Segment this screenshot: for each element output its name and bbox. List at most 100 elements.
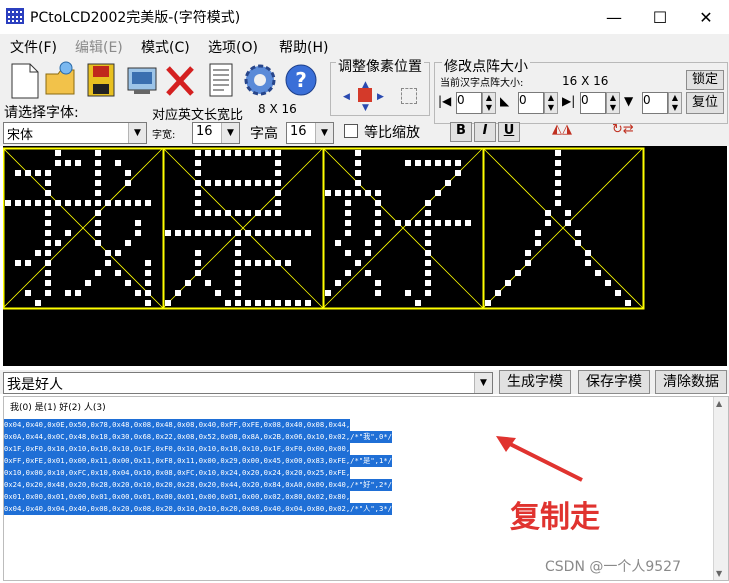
height-select[interactable]: 16 ▼ <box>286 122 334 144</box>
glyph-pixel <box>255 300 261 306</box>
restore-button[interactable]: 复位 <box>686 92 724 114</box>
glyph-pixel <box>205 210 211 216</box>
ratio-value: 8 X 16 <box>258 102 297 116</box>
glyph-box[interactable] <box>322 147 485 310</box>
glyph-pixel <box>95 170 101 176</box>
glyph-pixel <box>65 200 71 206</box>
matrix-size-label: 修改点阵大小 <box>442 56 530 76</box>
chevron-down-icon[interactable]: ▼ <box>221 123 239 143</box>
flip-horizontal-icon[interactable]: ◭◮ <box>552 122 600 142</box>
settings-gear-icon[interactable] <box>242 60 278 100</box>
proportional-checkbox[interactable] <box>344 124 358 138</box>
chevron-down-icon[interactable]: ▼ <box>128 123 146 143</box>
glyph-pixel <box>625 300 631 306</box>
hex-line: 0x04,0x40,0x0E,0x50,0x78,0x48,0x08,0x48,… <box>4 419 351 431</box>
glyph-pixel <box>95 150 101 156</box>
glyph-matrix[interactable] <box>2 146 727 366</box>
glyph-pixel <box>195 160 201 166</box>
width-select[interactable]: 16 ▼ <box>192 122 240 144</box>
close-button[interactable]: ✕ <box>683 0 729 34</box>
toolbar: ? 调整像素位置 ▲ ◀ ▶ ▼ 修改点阵大小 当前汉字点阵大小: 16 X 1… <box>0 56 729 146</box>
glyph-pixel <box>395 220 401 226</box>
italic-button[interactable]: I <box>474 122 496 142</box>
save-icon[interactable] <box>84 60 120 100</box>
glyph-pixel <box>255 260 261 266</box>
minimize-button[interactable]: — <box>591 0 637 34</box>
glyph-box[interactable] <box>2 147 165 310</box>
chevron-down-icon[interactable]: ▼ <box>474 373 492 393</box>
glyph-pixel <box>145 200 151 206</box>
glyph-pixel <box>95 190 101 196</box>
glyph-pixel <box>405 290 411 296</box>
glyph-pixel <box>255 230 261 236</box>
vertical-scrollbar[interactable]: ▲ ▼ <box>713 397 728 580</box>
glyph-pixel <box>485 300 491 306</box>
glyph-pixel <box>335 240 341 246</box>
glyph-pixel <box>535 230 541 236</box>
glyph-pixel <box>375 230 381 236</box>
lock-button[interactable]: 锁定 <box>686 70 724 90</box>
menu-file[interactable]: 文件(F) <box>10 37 57 57</box>
glyph-canvas[interactable] <box>2 146 727 366</box>
help-icon[interactable]: ? <box>283 60 319 100</box>
input-row: 我是好人 ▼ 生成字模 保存字模 清除数据 <box>0 370 729 394</box>
scroll-down-icon[interactable]: ▼ <box>716 569 722 578</box>
delete-icon[interactable] <box>162 60 198 100</box>
frame-icon[interactable] <box>401 88 417 104</box>
maximize-button[interactable]: ☐ <box>637 0 683 34</box>
glyph-pixel <box>365 250 371 256</box>
center-icon[interactable] <box>358 88 372 102</box>
clear-button[interactable]: 清除数据 <box>655 370 727 394</box>
glyph-pixel <box>245 260 251 266</box>
width-grow-icon[interactable]: ▶| <box>562 94 578 110</box>
generate-button[interactable]: 生成字模 <box>499 370 571 394</box>
glyph-pixel <box>195 230 201 236</box>
glyph-pixel <box>145 270 151 276</box>
menu-edit[interactable]: 编辑(E) <box>75 37 123 57</box>
spin-2-input[interactable]: 0 <box>518 92 544 114</box>
glyph-pixel <box>405 160 411 166</box>
spin-3-arrows[interactable]: ▲ ▼ <box>606 92 620 114</box>
glyph-pixel <box>275 230 281 236</box>
save-as-icon[interactable] <box>124 60 160 100</box>
output-textarea[interactable]: 我(0) 是(1) 好(2) 人(3) 0x04,0x40,0x0E,0x50,… <box>3 396 729 581</box>
height-grow-icon[interactable]: ▼ <box>624 94 640 110</box>
spin-1-arrows[interactable]: ▲ ▼ <box>482 92 496 114</box>
font-select[interactable]: 宋体 ▼ <box>3 122 147 144</box>
shift-down-icon[interactable]: ▼ <box>362 103 372 113</box>
spin-1-input[interactable]: 0 <box>456 92 482 114</box>
glyph-pixel <box>375 190 381 196</box>
glyph-box[interactable] <box>162 147 325 310</box>
rotate-icon[interactable]: ↻⇄ <box>612 122 660 142</box>
new-file-icon[interactable] <box>6 60 42 100</box>
open-folder-icon[interactable] <box>44 60 80 100</box>
glyph-pixel <box>345 200 351 206</box>
glyph-pixel <box>45 260 51 266</box>
underline-button[interactable]: U <box>498 122 520 142</box>
menu-help[interactable]: 帮助(H) <box>279 37 328 57</box>
document-icon[interactable] <box>204 60 240 100</box>
spin-2-arrows[interactable]: ▲ ▼ <box>544 92 558 114</box>
height-shrink-icon[interactable]: ◣ <box>500 94 516 110</box>
shift-left-icon[interactable]: ◀ <box>343 92 353 102</box>
glyph-pixel <box>75 200 81 206</box>
save-font-button[interactable]: 保存字模 <box>578 370 650 394</box>
spin-4-input[interactable]: 0 <box>642 92 668 114</box>
spin-4-arrows[interactable]: ▲ ▼ <box>668 92 682 114</box>
menu-options[interactable]: 选项(O) <box>208 37 258 57</box>
glyph-pixel <box>45 220 51 226</box>
menu-mode[interactable]: 模式(C) <box>141 37 190 57</box>
glyph-pixel <box>555 180 561 186</box>
bold-button[interactable]: B <box>450 122 472 142</box>
glyph-pixel <box>125 170 131 176</box>
glyph-box[interactable] <box>482 147 645 310</box>
chevron-down-icon[interactable]: ▼ <box>315 123 333 143</box>
width-shrink-icon[interactable]: |◀ <box>438 94 454 110</box>
shift-right-icon[interactable]: ▶ <box>377 92 387 102</box>
glyph-pixel <box>435 190 441 196</box>
scroll-up-icon[interactable]: ▲ <box>716 399 722 408</box>
text-input[interactable]: 我是好人 ▼ <box>3 372 493 394</box>
spin-3-input[interactable]: 0 <box>580 92 606 114</box>
glyph-pixel <box>375 220 381 226</box>
glyph-pixel <box>275 170 281 176</box>
